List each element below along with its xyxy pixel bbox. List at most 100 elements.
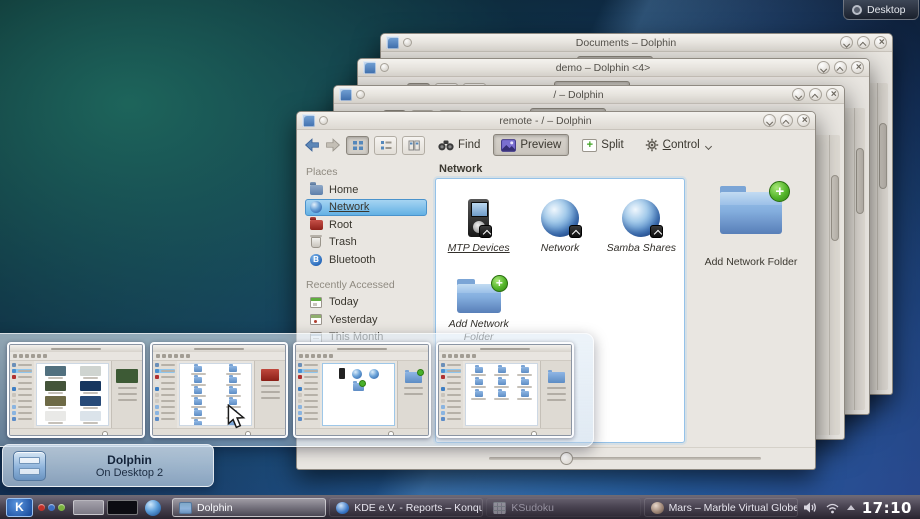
control-button[interactable]: Control <box>637 134 719 156</box>
window-thumbnail-network[interactable] <box>293 342 431 438</box>
green-activity-icon[interactable] <box>58 504 65 511</box>
scrollbar[interactable] <box>829 135 840 435</box>
thumb-m-view <box>465 363 538 426</box>
thumb-m-cell <box>514 379 535 388</box>
task-marble[interactable]: Mars – Marble Virtual Globe <box>644 498 798 517</box>
digital-clock[interactable]: 17:10 <box>862 499 912 517</box>
sidebar-item-trash[interactable]: Trash <box>305 234 427 252</box>
thumb-m-bar <box>18 376 33 379</box>
thumb-m-dot <box>162 354 166 358</box>
forward-button[interactable] <box>325 138 341 152</box>
thumb-m-ic <box>298 417 302 421</box>
preview-button[interactable]: Preview <box>493 134 569 156</box>
thumb-m-row <box>441 387 461 391</box>
thumb-m-side <box>153 361 177 428</box>
thumb-m-info <box>540 361 571 428</box>
minimize-button[interactable] <box>840 36 853 49</box>
zoom-slider-handle[interactable] <box>560 452 573 465</box>
thumb-m-row <box>298 393 318 397</box>
window-menu-button[interactable] <box>403 38 412 47</box>
window-menu-button[interactable] <box>356 90 365 99</box>
columns-view-button[interactable] <box>402 136 425 155</box>
dolphin-app-icon <box>386 36 399 49</box>
thumb-m-lbl <box>517 398 532 400</box>
scrollbar-thumb[interactable] <box>856 148 864 214</box>
thumb-m-row <box>441 363 461 367</box>
window-menu-button[interactable] <box>380 63 389 72</box>
window-thumbnail-home[interactable] <box>436 342 574 438</box>
find-button[interactable]: Find <box>430 134 488 156</box>
thumb-m-sw <box>261 369 279 381</box>
task-ksudoku[interactable]: KSudoku <box>486 498 640 517</box>
blue-activity-icon[interactable] <box>48 504 55 511</box>
thumb-m-folder <box>194 388 202 394</box>
minimize-button[interactable] <box>792 88 805 101</box>
thumb-m-folder <box>229 388 237 394</box>
thumb-m-row <box>298 369 318 373</box>
minimize-button[interactable] <box>763 114 776 127</box>
close-button[interactable]: × <box>826 88 839 101</box>
window-titlebar[interactable]: remote - / – Dolphin × <box>297 112 815 130</box>
close-button[interactable]: × <box>874 36 887 49</box>
window-thumbnail-folders[interactable] <box>150 342 288 438</box>
maximize-button[interactable] <box>834 61 847 74</box>
scrollbar-thumb[interactable] <box>879 123 887 189</box>
thumb-m-bar <box>161 370 176 373</box>
close-button[interactable]: × <box>851 61 864 74</box>
window-thumbnail-images[interactable] <box>7 342 145 438</box>
window-titlebar[interactable]: demo – Dolphin <4> × <box>358 59 869 77</box>
close-button[interactable]: × <box>797 114 810 127</box>
columns-view-icon <box>408 140 420 151</box>
maximize-button[interactable] <box>780 114 793 127</box>
minimize-button[interactable] <box>817 61 830 74</box>
thumb-m-ic <box>155 399 159 403</box>
thumb-m-status <box>296 428 428 435</box>
item-network[interactable]: Network <box>519 189 600 255</box>
details-view-button[interactable] <box>374 136 397 155</box>
wifi-icon[interactable] <box>825 502 840 514</box>
thumb-m-cell <box>217 366 249 375</box>
plasma-cashew-icon <box>852 5 862 15</box>
sidebar-item-today[interactable]: Today <box>305 294 427 312</box>
thumb-m-sw <box>45 396 66 406</box>
pager-desktop-2[interactable] <box>107 500 138 515</box>
item-mtp-devices[interactable]: MTP Devices <box>438 189 519 255</box>
maximize-button[interactable] <box>809 88 822 101</box>
thumb-m-cell <box>182 377 214 386</box>
thumb-m-bar <box>18 370 33 373</box>
split-button[interactable]: + Split <box>574 134 631 156</box>
thumb-m-cell <box>491 379 512 388</box>
item-samba-shares[interactable]: Samba Shares <box>601 189 682 255</box>
thumb-m-row <box>298 411 318 415</box>
pager-desktop-1[interactable] <box>73 500 104 515</box>
window-menu-button[interactable] <box>319 116 328 125</box>
desktop-toolbox-button[interactable]: Desktop <box>843 0 919 20</box>
dolphin-app-icon <box>339 88 352 101</box>
volume-icon[interactable] <box>803 501 818 514</box>
sidebar-item-root[interactable]: Root <box>305 216 427 234</box>
task-konqueror[interactable]: KDE e.V. - Reports – Konqueror <box>329 498 483 517</box>
window-titlebar[interactable]: Documents – Dolphin × <box>381 34 892 52</box>
details-view-icon <box>380 140 392 151</box>
thumb-m-folder <box>498 367 506 373</box>
back-button[interactable] <box>304 138 320 152</box>
scrollbar-thumb[interactable] <box>831 175 839 241</box>
scrollbar[interactable] <box>854 108 865 410</box>
tray-expand-icon[interactable] <box>847 505 855 510</box>
sidebar-item-network[interactable]: Network <box>305 199 427 217</box>
task-dolphin[interactable]: Dolphin <box>172 498 326 517</box>
kde-launcher-button[interactable]: K <box>6 498 33 517</box>
task-manager: Dolphin KDE e.V. - Reports – Konqueror K… <box>172 498 798 517</box>
thumb-m-row <box>12 405 32 409</box>
sidebar-item-yesterday[interactable]: Yesterday <box>305 311 427 329</box>
sidebar-item-home[interactable]: Home <box>305 181 427 199</box>
maximize-button[interactable] <box>857 36 870 49</box>
thumb-m-ic <box>441 363 445 367</box>
icons-view-button[interactable] <box>346 136 369 155</box>
scrollbar[interactable] <box>877 83 888 390</box>
window-titlebar[interactable]: / – Dolphin × <box>334 86 844 104</box>
globe-widget-icon[interactable] <box>145 500 161 516</box>
red-activity-icon[interactable] <box>38 504 45 511</box>
zoom-slider[interactable] <box>489 457 761 460</box>
sidebar-item-bluetooth[interactable]: B Bluetooth <box>305 251 427 269</box>
